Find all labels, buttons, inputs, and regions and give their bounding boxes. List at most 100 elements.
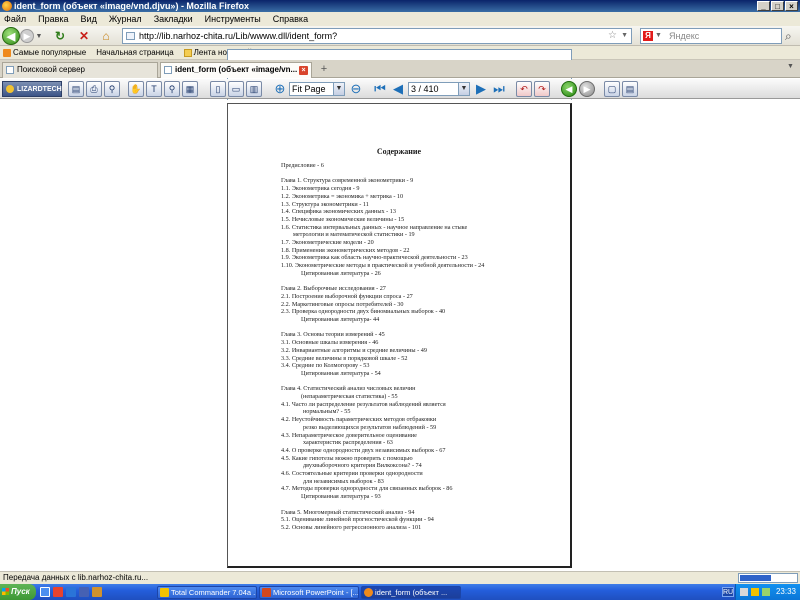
next-page-icon[interactable]: ▶ [473,81,489,97]
menu-history[interactable]: Журнал [109,14,142,24]
back-button[interactable]: ◀ [2,27,20,45]
djvu-toolbar: LIZARDTECH ▤ ⎙ ⚲ ✋ T ⚲ ▦ ▯ ▭ ▥ ⊕ Fit Pag… [0,79,800,99]
bookmark-label: Начальная страница [96,48,174,57]
toc-line: Глава 1. Структура современной эконометр… [281,177,414,185]
go-forward-icon[interactable]: ▶ [579,81,595,97]
toc-line: 3.2. Инвариантные алгоритмы и средние ве… [281,346,427,354]
tab-ident-form[interactable]: ident_form (объект «image/vn... × [160,62,312,78]
task-label: Total Commander 7.04a ... [171,588,257,597]
lizardtech-logo[interactable]: LIZARDTECH [2,81,62,97]
hand-tool-icon[interactable]: ✋ [128,81,144,97]
bookmark-star-icon[interactable]: ☆ [608,29,617,43]
new-tab-button[interactable]: + [318,63,330,75]
menu-bookmarks[interactable]: Закладки [154,14,193,24]
close-button[interactable]: × [785,1,798,11]
thumbnails-icon[interactable]: ▢ [604,81,620,97]
tab-list-dropdown-icon[interactable]: ▼ [787,63,797,75]
tab-bar: Поисковой сервер ident_form (объект «ima… [0,60,800,78]
zoom-select[interactable]: Fit Page ▼ [289,82,345,96]
forward-button[interactable]: ▶ [20,29,34,43]
toc-line: Цитированная литература - 93 [301,493,381,501]
continuous-icon[interactable]: ▥ [246,81,262,97]
page-select[interactable]: 3 / 410 ▼ [408,82,470,96]
search-placeholder: Яндекс [669,31,700,41]
security-icon[interactable] [751,588,759,596]
toc-line: Глава 5. Многомерный статистический анал… [281,508,415,516]
fit-width-icon[interactable]: ▭ [228,81,244,97]
search-engine-dropdown-icon[interactable]: ▼ [655,29,662,43]
ie-icon[interactable] [66,587,76,597]
firefox-icon [2,1,12,11]
page-title: Содержание [376,147,422,156]
zoom-in-icon[interactable]: ⊕ [272,81,288,97]
start-button[interactable]: Пуск [0,584,36,600]
toc-line: 4.2. Неустойчивость параметрических мето… [281,416,437,424]
single-page-icon[interactable]: ▯ [210,81,226,97]
task-total-commander[interactable]: Total Commander 7.04a ... [157,586,257,599]
zoom-value: Fit Page [292,84,326,94]
yandex-icon[interactable]: Я [643,31,653,41]
rotate-left-icon[interactable]: ↶ [516,81,532,97]
outline-icon[interactable]: ▤ [622,81,638,97]
prev-page-icon[interactable]: ◀ [390,81,406,97]
total-commander-icon [160,588,169,597]
menu-edit[interactable]: Правка [38,14,68,24]
go-back-icon[interactable]: ◀ [561,81,577,97]
powerpoint-icon [262,588,271,597]
tab-search-server[interactable]: Поисковой сервер [2,62,158,78]
toc-line: 5.1. Оценивание линейной прогностической… [281,516,434,524]
history-dropdown-icon[interactable]: ▼ [35,28,43,44]
url-bar[interactable]: http://lib.narhoz-chita.ru/Lib/wwww.dll/… [122,28,632,44]
clock[interactable]: 23:33 [776,584,796,600]
task-firefox[interactable]: ident_form (объект ... [361,586,461,599]
menu-tools[interactable]: Инструменты [205,14,261,24]
toc-line: 2.3. Проверка однородности двух биномиал… [281,308,446,316]
toc-line: для независимых выборок - 83 [303,477,384,485]
volume-icon[interactable] [762,588,770,596]
reload-button[interactable]: ↻ [52,28,68,44]
folder-icon [183,48,192,57]
first-page-icon[interactable]: ⏮ [372,81,388,97]
toc-line: 1.10. Эконометрические методы в практиче… [281,262,485,270]
search-input[interactable]: Я ▼ Яндекс [640,28,782,44]
chevron-down-icon[interactable]: ▼ [458,83,469,95]
app-icon[interactable] [92,587,102,597]
home-button[interactable]: ⌂ [98,28,114,44]
save-icon[interactable]: ▤ [68,81,84,97]
tab-close-icon[interactable]: × [299,66,308,75]
firefox-icon [364,588,373,597]
menu-help[interactable]: Справка [273,14,308,24]
last-page-icon[interactable]: ⏭ [491,81,507,97]
opera-icon[interactable] [53,587,63,597]
window-controls: _ □ × [757,1,798,11]
search-icon[interactable]: ⌕ [785,29,792,44]
floppy-icon[interactable] [79,587,89,597]
document-page: Содержание Предисловие - 6 Глава 1. Струк… [227,103,572,568]
toc-gap [281,378,566,386]
menu-view[interactable]: Вид [81,14,97,24]
language-indicator[interactable]: RU [722,587,734,597]
text-select-icon[interactable]: T [146,81,162,97]
find-icon[interactable]: ⚲ [104,81,120,97]
show-desktop-icon[interactable] [40,587,50,597]
region-select-icon[interactable]: ▦ [182,81,198,97]
bookmarks-toolbar: Самые популярные Начальная страница Лент… [0,46,800,514]
toc-line: Глава 4. Статистический анализ числовых … [281,385,416,393]
zoom-tool-icon[interactable]: ⚲ [164,81,180,97]
maximize-button[interactable]: □ [771,1,784,11]
network-icon[interactable] [740,588,748,596]
toc-line: 1.4. Специфика экономических данных - 13 [281,208,396,216]
menu-file[interactable]: Файл [4,14,26,24]
chevron-down-icon[interactable]: ▼ [333,83,344,95]
bookmark-most-visited[interactable]: Самые популярные [3,48,86,57]
rotate-right-icon[interactable]: ↷ [534,81,550,97]
task-powerpoint[interactable]: Microsoft PowerPoint - [... [259,586,359,599]
url-dropdown-icon[interactable]: ▼ [621,29,628,43]
minimize-button[interactable]: _ [757,1,770,11]
print-icon[interactable]: ⎙ [86,81,102,97]
stop-button[interactable]: ✕ [76,28,92,44]
document-viewport[interactable]: Содержание Предисловие - 6 Глава 1. Струк… [0,100,800,570]
toc-line: резко выделяющихся результатов наблюдени… [303,423,437,431]
bookmark-home-page[interactable]: Начальная страница [96,48,572,514]
zoom-out-icon[interactable]: ⊖ [348,81,364,97]
